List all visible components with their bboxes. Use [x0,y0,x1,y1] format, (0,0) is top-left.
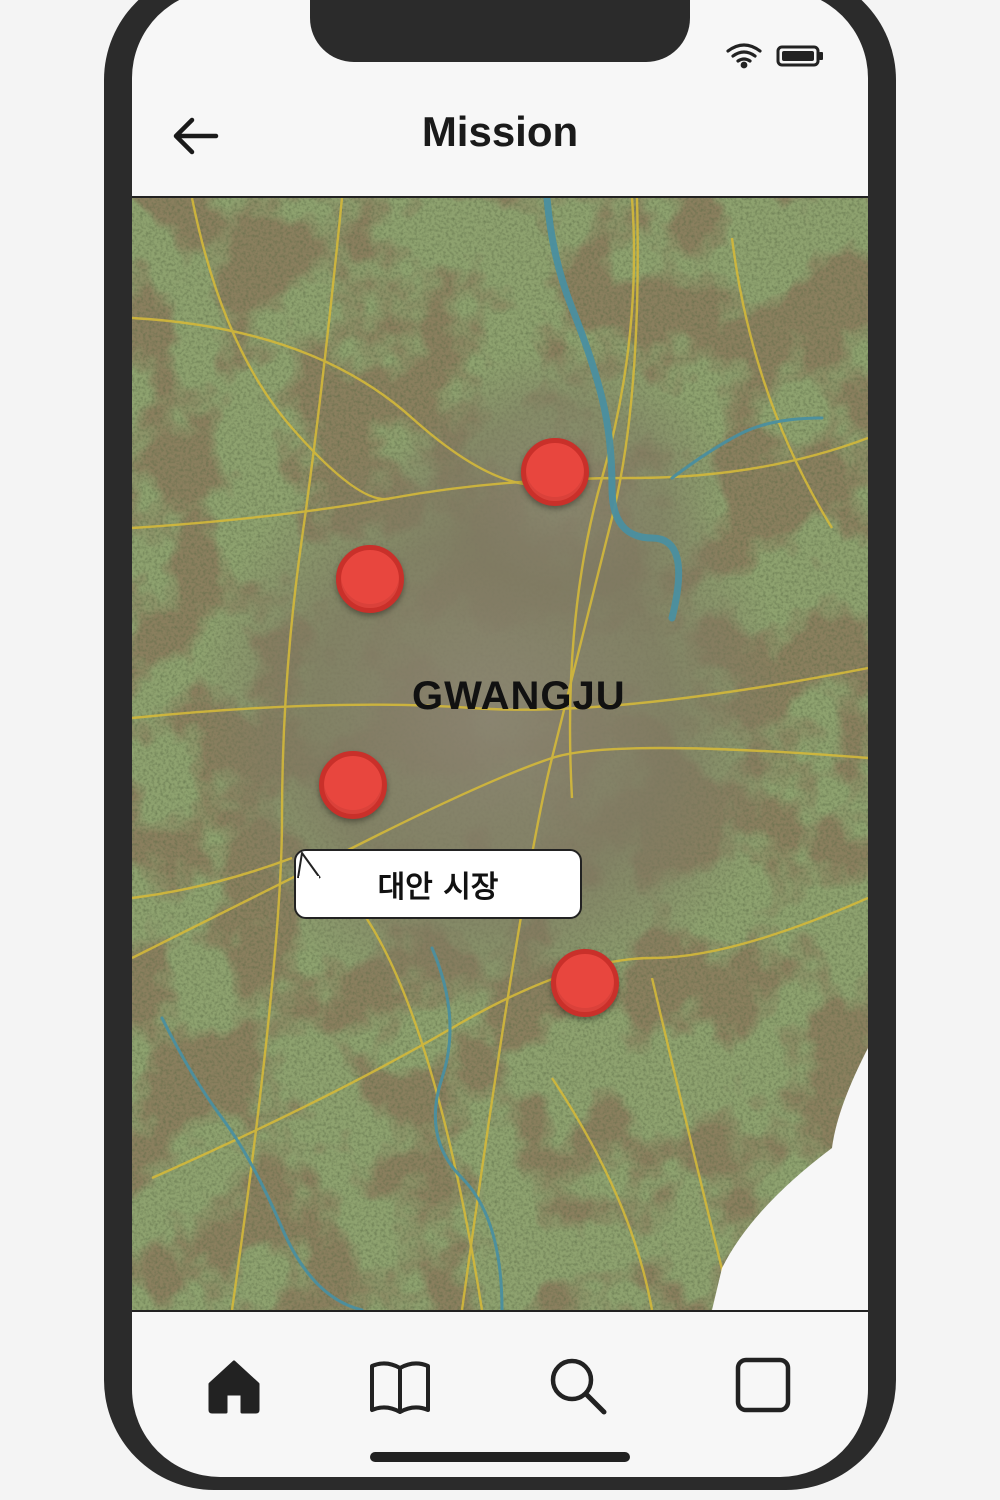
tooltip-label: 대안 시장 [377,870,499,905]
home-indicator[interactable] [370,1452,630,1462]
bottom-tab-bar [132,1312,868,1432]
tab-home[interactable] [202,1354,266,1418]
marker-south[interactable] [551,949,619,1017]
tooltip-tail [297,852,321,879]
tab-missions-map[interactable] [368,1354,432,1418]
search-icon [550,1358,607,1415]
status-bar [722,40,832,70]
satellite-map[interactable]: GWANGJU 대안 시장 [132,198,868,1312]
marker-tooltip[interactable]: 대안 시장 [294,849,582,919]
page-title: Mission [421,108,579,155]
marker-daean-market[interactable] [319,751,387,819]
phone-notch [310,0,690,62]
marker-northeast[interactable] [521,438,589,506]
map-book-icon [370,1361,430,1414]
city-label: GWANGJU [412,674,626,718]
app-header: Mission [132,80,868,198]
battery-icon [776,45,823,67]
home-icon [208,1360,260,1414]
tab-search[interactable] [546,1354,610,1418]
square-icon [735,1357,791,1413]
wifi-icon [726,43,762,69]
tab-square[interactable] [732,1354,796,1418]
marker-northwest[interactable] [336,545,404,613]
